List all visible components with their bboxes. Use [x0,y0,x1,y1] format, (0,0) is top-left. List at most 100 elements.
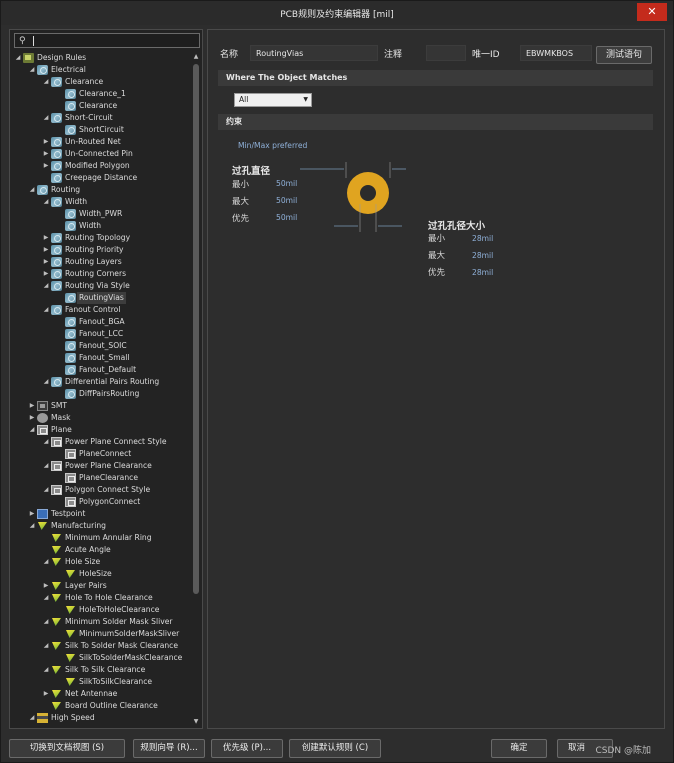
tree-item[interactable]: ▶ Un-Connected Pin [14,148,194,160]
collapse-arrow-icon[interactable]: ◢ [42,592,50,604]
tree-item[interactable]: Board Outline Clearance [14,700,194,712]
expand-arrow-icon[interactable]: ▶ [42,136,50,148]
tree-item[interactable]: Clearance_1 [14,88,194,100]
tree-item[interactable]: HoleSize [14,568,194,580]
tree-item[interactable]: Fanout_LCC [14,328,194,340]
collapse-arrow-icon[interactable]: ◢ [42,376,50,388]
expand-arrow-icon[interactable]: ▶ [42,256,50,268]
scroll-down-icon[interactable]: ▼ [192,718,200,726]
collapse-arrow-icon[interactable]: ◢ [42,556,50,568]
collapse-arrow-icon[interactable]: ◢ [42,76,50,88]
ok-button[interactable]: 确定 [491,739,547,758]
collapse-arrow-icon[interactable]: ◢ [42,616,50,628]
collapse-arrow-icon[interactable]: ◢ [28,520,36,532]
expand-arrow-icon[interactable]: ▶ [28,508,36,520]
tree-item[interactable]: SilkToSilkClearance [14,676,194,688]
tree-item[interactable]: ◢ Width [14,196,194,208]
tree-item[interactable]: ◢ Plane [14,424,194,436]
expand-arrow-icon[interactable]: ▶ [42,232,50,244]
tree-item[interactable]: Width [14,220,194,232]
tree-item[interactable]: ◢ Fanout Control [14,304,194,316]
collapse-arrow-icon[interactable]: ◢ [42,196,50,208]
tree-item[interactable]: ◢ Routing [14,184,194,196]
hole-size-max-value[interactable]: 28mil [472,249,500,262]
tree-item[interactable]: ◢ Hole To Hole Clearance [14,592,194,604]
collapse-arrow-icon[interactable]: ◢ [42,304,50,316]
tree-item[interactable]: ▶ Un-Routed Net [14,136,194,148]
tree-item[interactable]: ◢ Clearance [14,76,194,88]
tree-item[interactable]: ◢ Silk To Silk Clearance [14,664,194,676]
tree-item[interactable]: ▶ Routing Layers [14,256,194,268]
expand-arrow-icon[interactable]: ▶ [42,268,50,280]
rule-wizard-button[interactable]: 规则向导 (R)... [133,739,205,758]
tree-item[interactable]: PolygonConnect [14,496,194,508]
expand-arrow-icon[interactable]: ▶ [42,244,50,256]
match-scope-select[interactable]: All ▼ [234,93,312,107]
tree-item[interactable]: Clearance [14,100,194,112]
search-input[interactable] [31,35,197,47]
switch-to-document-view-button[interactable]: 切换到文档视图 (S) [9,739,125,758]
tree-item[interactable]: ◢ Polygon Connect Style [14,484,194,496]
tree-item[interactable]: ▶ Routing Corners [14,268,194,280]
tree-item[interactable]: ▶ Testpoint [14,508,194,520]
expand-arrow-icon[interactable]: ▶ [28,412,36,424]
tree-item[interactable]: ◢ Electrical [14,64,194,76]
tree-item[interactable]: ◢ High Speed [14,712,194,724]
tree-item[interactable]: ◢ Routing Via Style [14,280,194,292]
priorities-button[interactable]: 优先级 (P)... [211,739,283,758]
tree-item[interactable]: RoutingVias [14,292,194,304]
collapse-arrow-icon[interactable]: ◢ [42,436,50,448]
tree-item[interactable]: ShortCircuit [14,124,194,136]
tree-item[interactable]: ▶ Layer Pairs [14,580,194,592]
tree-item[interactable]: DiffPairsRouting [14,388,194,400]
scroll-up-icon[interactable]: ▲ [192,53,200,61]
tree-item[interactable]: ◢ Hole Size [14,556,194,568]
tree-item[interactable]: ◢ Power Plane Clearance [14,460,194,472]
rule-name-field[interactable] [250,45,378,61]
tree-item[interactable]: ▶ Routing Topology [14,232,194,244]
tree-item[interactable]: Fanout_Small [14,352,194,364]
tree-item[interactable]: Fanout_BGA [14,316,194,328]
create-default-rules-button[interactable]: 创建默认规则 (C) [289,739,381,758]
close-button[interactable]: ✕ [637,3,667,21]
expand-arrow-icon[interactable]: ▶ [42,160,50,172]
comment-field[interactable] [426,45,466,61]
collapse-arrow-icon[interactable]: ◢ [28,424,36,436]
hole-size-preferred-value[interactable]: 28mil [472,266,500,279]
tree-item[interactable]: ▶ Net Antennae [14,688,194,700]
tree-item[interactable]: Creepage Distance [14,172,194,184]
tree-item[interactable]: ◢ Design Rules [14,52,194,64]
tree-item[interactable]: PlaneClearance [14,472,194,484]
tree-item[interactable]: ◢ Differential Pairs Routing [14,376,194,388]
expand-arrow-icon[interactable]: ▶ [42,580,50,592]
collapse-arrow-icon[interactable]: ◢ [42,112,50,124]
tree-item[interactable]: ◢ Minimum Solder Mask Sliver [14,616,194,628]
tree-item[interactable]: Fanout_Default [14,364,194,376]
expand-arrow-icon[interactable]: ▶ [28,400,36,412]
collapse-arrow-icon[interactable]: ◢ [42,640,50,652]
collapse-arrow-icon[interactable]: ◢ [42,664,50,676]
tree-item[interactable]: Fanout_SOIC [14,340,194,352]
expand-arrow-icon[interactable]: ▶ [42,148,50,160]
collapse-arrow-icon[interactable]: ◢ [42,280,50,292]
tree-scroll-thumb[interactable] [193,64,199,594]
search-box[interactable]: ⚲ [14,33,200,48]
tree-item[interactable]: PlaneConnect [14,448,194,460]
tree-item[interactable]: ▶ Mask [14,412,194,424]
tree-item[interactable]: ◢ Power Plane Connect Style [14,436,194,448]
tree-item[interactable]: HoleToHoleClearance [14,604,194,616]
collapse-arrow-icon[interactable]: ◢ [28,64,36,76]
tree-item[interactable]: ◢ Silk To Solder Mask Clearance [14,640,194,652]
unique-id-field[interactable] [520,45,592,61]
collapse-arrow-icon[interactable]: ◢ [28,184,36,196]
test-query-button[interactable]: 测试语句 [596,46,652,64]
collapse-arrow-icon[interactable]: ◢ [28,712,36,724]
collapse-arrow-icon[interactable]: ◢ [42,460,50,472]
tree-item[interactable]: ◢ Short-Circuit [14,112,194,124]
collapse-arrow-icon[interactable]: ◢ [42,484,50,496]
tree-item[interactable]: Acute Angle [14,544,194,556]
hole-size-min-value[interactable]: 28mil [472,232,500,245]
expand-arrow-icon[interactable]: ▶ [42,688,50,700]
tree-item[interactable]: ▶ SMT [14,400,194,412]
tree-item[interactable]: Width_PWR [14,208,194,220]
